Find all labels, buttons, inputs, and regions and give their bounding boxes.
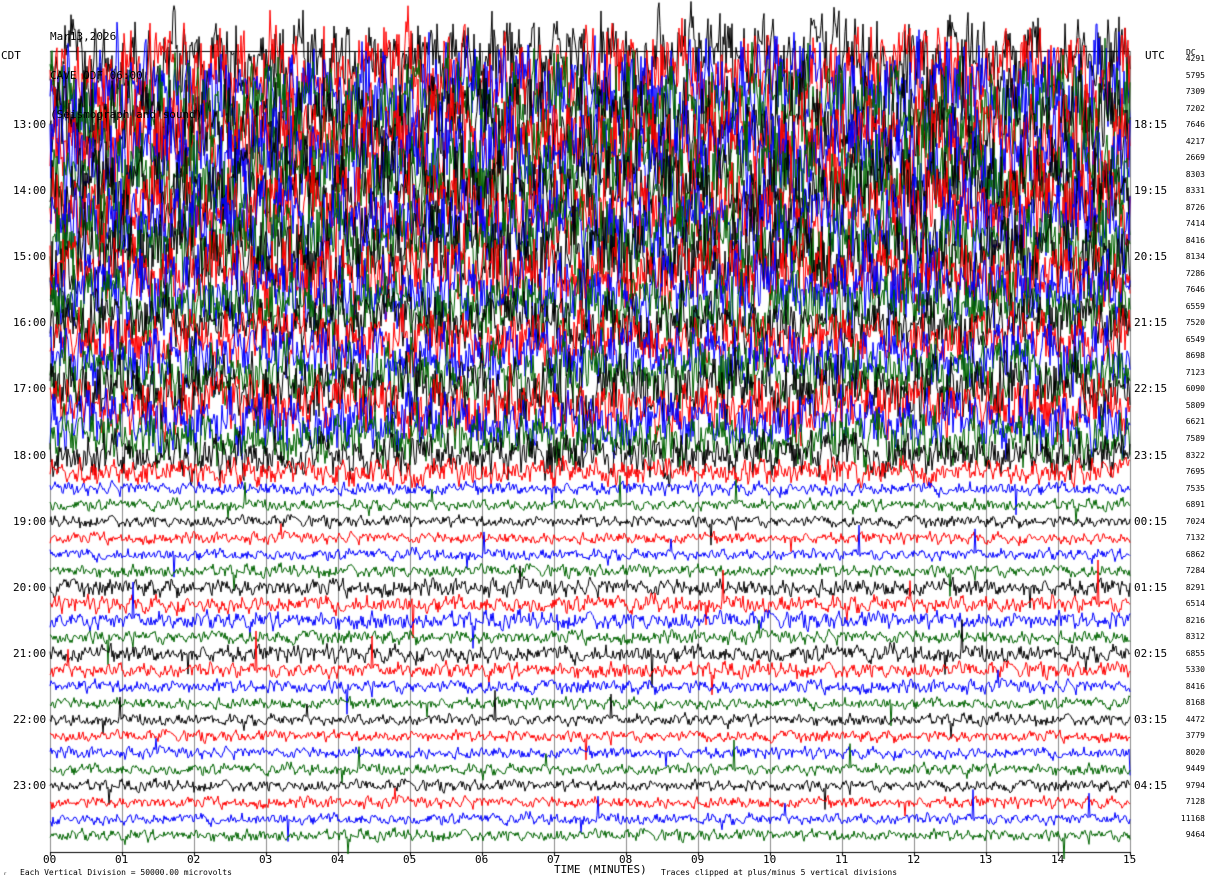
dc-offset-label: 7286 xyxy=(1185,268,1205,278)
x-tick-label: 02 xyxy=(187,853,201,866)
left-hour-label: 20:00 xyxy=(13,580,47,594)
dc-offset-label: 7535 xyxy=(1185,483,1205,493)
right-hour-label: 18:15 xyxy=(1134,118,1168,132)
dc-offset-label: 7202 xyxy=(1185,103,1205,113)
dc-offset-label: 6549 xyxy=(1185,334,1205,344)
dc-offset-label: 7024 xyxy=(1185,516,1205,526)
left-hour-label: 14:00 xyxy=(13,184,47,198)
dc-offset-label: 4291 xyxy=(1185,54,1205,63)
dc-offset-label: 6621 xyxy=(1185,417,1205,427)
dc-offset-label: 7123 xyxy=(1185,367,1205,377)
x-tick-label: 06 xyxy=(475,853,489,866)
dc-offset-label: 5795 xyxy=(1185,70,1205,80)
dc-offset-label: 8020 xyxy=(1185,747,1205,757)
network-subtitle: (Seismograph and sound) xyxy=(50,108,203,121)
right-hour-label: 20:15 xyxy=(1134,250,1168,264)
station-title: CAVE ODF 06:00 xyxy=(50,69,143,82)
dc-offset-label: 8698 xyxy=(1185,351,1205,361)
dc-offset-label: 7520 xyxy=(1185,318,1205,328)
right-hour-label: 03:15 xyxy=(1134,712,1168,726)
record-date: Mar13,2026 xyxy=(50,30,117,43)
dc-offset-label: 8312 xyxy=(1185,632,1205,642)
dc-offset-label: 6891 xyxy=(1185,500,1205,510)
left-hour-label: 18:00 xyxy=(13,448,47,462)
dc-offset-label: 8291 xyxy=(1185,582,1205,592)
dc-offset-label: 9464 xyxy=(1185,830,1205,840)
left-hour-label: 13:00 xyxy=(13,118,47,132)
x-tick-label: 12 xyxy=(907,853,921,866)
right-hour-label: 01:15 xyxy=(1134,580,1168,594)
clip-note: Traces clipped at plus/minus 5 vertical … xyxy=(661,868,898,877)
dc-offset-label: 8331 xyxy=(1185,186,1205,196)
dc-offset-label: 3779 xyxy=(1185,731,1205,741)
dc-offset-label: 8726 xyxy=(1185,202,1205,212)
x-tick-label: 03 xyxy=(259,853,273,866)
dc-offset-label: 8168 xyxy=(1185,698,1205,708)
dc-offset-label: 8216 xyxy=(1185,615,1205,625)
dc-offset-label: 4217 xyxy=(1185,136,1205,146)
x-tick-label: 00 xyxy=(43,853,57,866)
right-hour-label: 02:15 xyxy=(1134,646,1168,660)
dc-offset-label: 6559 xyxy=(1185,301,1205,311)
dc-offset-label: 6862 xyxy=(1185,549,1205,559)
right-hour-label: 22:15 xyxy=(1134,382,1168,396)
dc-offset-label: 6090 xyxy=(1185,384,1205,394)
x-tick-label: 13 xyxy=(979,853,993,866)
dc-offset-label: 7589 xyxy=(1185,433,1205,443)
dc-offset-label: 7284 xyxy=(1185,566,1205,576)
dc-offset-label: 7646 xyxy=(1185,120,1205,130)
dc-offset-label: 7414 xyxy=(1185,219,1205,229)
dc-offset-label: 7132 xyxy=(1185,533,1205,543)
x-tick-label: 11 xyxy=(835,853,849,866)
dc-offset-label: 8416 xyxy=(1185,235,1205,245)
dc-offset-label: 5809 xyxy=(1185,400,1205,410)
dc-offset-label: 8134 xyxy=(1185,252,1205,262)
scale-note: Each Vertical Division = 50000.00 microv… xyxy=(20,868,232,877)
right-hour-label: 00:15 xyxy=(1134,514,1168,528)
dc-offset-label: 6514 xyxy=(1185,599,1205,609)
dc-offset-label: 5330 xyxy=(1185,665,1205,675)
x-tick-label: 10 xyxy=(763,853,777,866)
left-timezone-label: CDT xyxy=(1,49,21,62)
left-hour-label: 23:00 xyxy=(13,778,47,792)
left-hour-label: 19:00 xyxy=(13,514,47,528)
dc-offset-label: 7128 xyxy=(1185,797,1205,807)
header-block: Mar13,2026 CAVE ODF 06:00 (Seismograph a… xyxy=(50,4,202,134)
left-hour-label: 16:00 xyxy=(13,316,47,330)
dc-offset-label: 2669 xyxy=(1185,153,1205,163)
x-tick-label: 09 xyxy=(691,853,705,866)
right-hour-label: 23:15 xyxy=(1134,448,1168,462)
dc-offset-label: 6855 xyxy=(1185,648,1205,658)
corner-mark: ᵣ xyxy=(3,868,8,877)
dc-offset-label: 4472 xyxy=(1185,714,1205,724)
left-hour-label: 17:00 xyxy=(13,382,47,396)
dc-offset-label: 8322 xyxy=(1185,450,1205,460)
dc-offset-label: 8303 xyxy=(1185,169,1205,179)
x-tick-label: 01 xyxy=(115,853,129,866)
right-hour-label: 04:15 xyxy=(1134,778,1168,792)
dc-offset-label: 9794 xyxy=(1185,780,1205,790)
x-axis-title: TIME (MINUTES) xyxy=(554,863,647,876)
dc-offset-label: 7309 xyxy=(1185,87,1205,97)
right-timezone-label: UTC xyxy=(1145,49,1165,62)
dc-offset-label: 11168 xyxy=(1180,813,1205,823)
x-tick-label: 04 xyxy=(331,853,345,866)
left-hour-label: 15:00 xyxy=(13,250,47,264)
right-hour-label: 21:15 xyxy=(1134,316,1168,330)
x-tick-label: 14 xyxy=(1051,853,1065,866)
dc-offset-label: 8416 xyxy=(1185,681,1205,691)
dc-offset-label: 7695 xyxy=(1185,467,1205,477)
right-hour-label: 19:15 xyxy=(1134,184,1168,198)
dc-offset-label: 9449 xyxy=(1185,764,1205,774)
left-hour-label: 22:00 xyxy=(13,712,47,726)
x-tick-label: 05 xyxy=(403,853,417,866)
dc-offset-label: 7646 xyxy=(1185,285,1205,295)
x-tick-label: 15 xyxy=(1123,853,1137,866)
left-hour-label: 21:00 xyxy=(13,646,47,660)
